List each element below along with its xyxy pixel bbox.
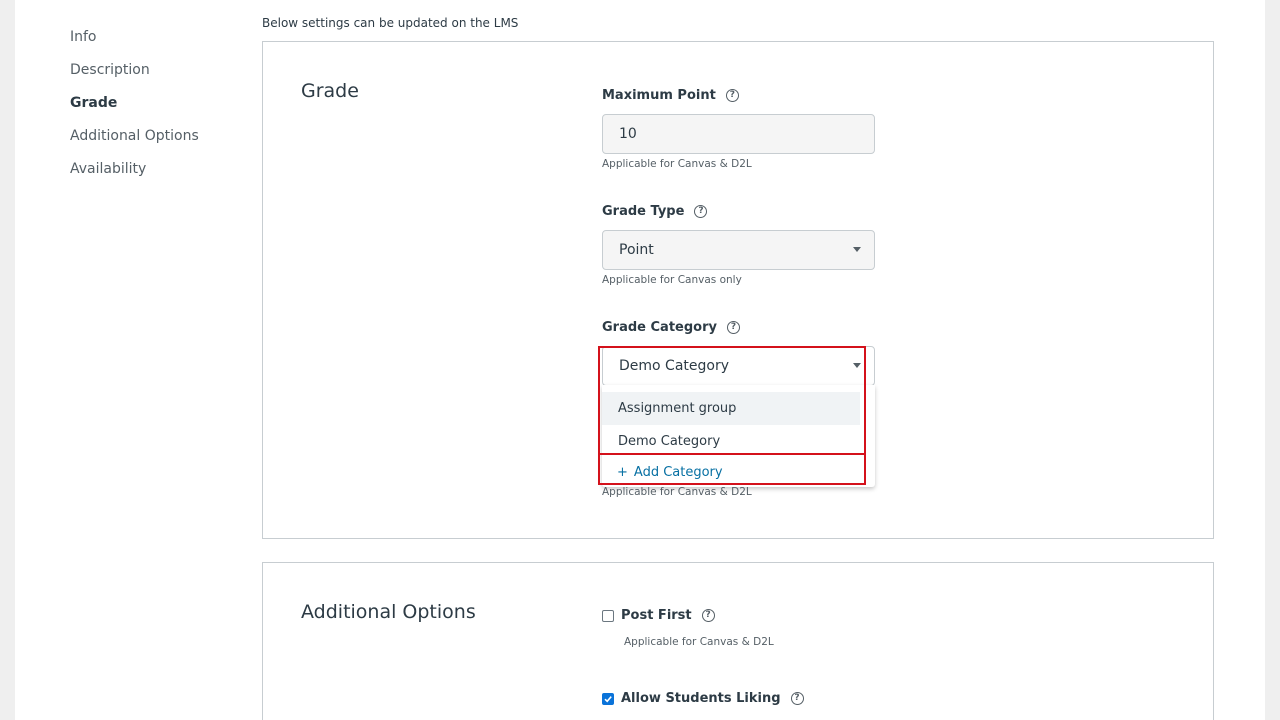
- help-icon[interactable]: ?: [694, 205, 708, 218]
- grade-category-dropdown: Assignment group Demo Category + Add Cat…: [602, 385, 875, 487]
- maximum-point-hint: Applicable for Canvas & D2L: [602, 158, 752, 170]
- add-category-label: Add Category: [633, 464, 723, 480]
- post-first-label: Post First: [621, 608, 692, 623]
- plus-icon: +: [617, 464, 628, 480]
- maximum-point-label-text: Maximum Point: [602, 88, 716, 103]
- grade-category-label-text: Grade Category: [602, 320, 717, 335]
- allow-students-liking-option: Allow Students Liking ?: [602, 691, 804, 706]
- caret-down-icon: [853, 247, 861, 252]
- grade-card: Grade Maximum Point ? 10 Applicable for …: [262, 41, 1214, 539]
- grade-category-value: Demo Category: [619, 358, 729, 374]
- intro-text: Below settings can be updated on the LMS: [262, 16, 519, 30]
- allow-students-liking-label: Allow Students Liking: [621, 691, 781, 706]
- help-icon[interactable]: ?: [726, 321, 740, 334]
- check-icon: [604, 695, 612, 702]
- grade-category-label: Grade Category ?: [602, 320, 740, 335]
- post-first-option: Post First ?: [602, 608, 715, 623]
- post-first-checkbox[interactable]: [602, 609, 614, 622]
- page: Info Description Grade Additional Option…: [15, 0, 1265, 720]
- allow-students-liking-checkbox[interactable]: [602, 692, 614, 705]
- post-first-hint: Applicable for Canvas & D2L: [624, 636, 774, 648]
- help-icon[interactable]: ?: [701, 609, 715, 622]
- help-icon[interactable]: ?: [790, 692, 804, 705]
- settings-sidebar: Info Description Grade Additional Option…: [70, 28, 199, 193]
- help-icon[interactable]: ?: [725, 89, 739, 102]
- grade-category-select[interactable]: Demo Category: [602, 346, 875, 386]
- sidebar-item-availability[interactable]: Availability: [70, 160, 199, 193]
- dropdown-option-assignment-group[interactable]: Assignment group: [602, 392, 860, 425]
- grade-section-title: Grade: [301, 80, 359, 102]
- sidebar-item-grade[interactable]: Grade: [70, 94, 199, 127]
- additional-options-card: Additional Options Post First ? Applicab…: [262, 562, 1214, 720]
- grade-type-value: Point: [619, 242, 654, 258]
- sidebar-item-info[interactable]: Info: [70, 28, 199, 61]
- sidebar-item-additional-options[interactable]: Additional Options: [70, 127, 199, 160]
- maximum-point-input[interactable]: 10: [602, 114, 875, 154]
- dropdown-option-demo-category[interactable]: Demo Category: [602, 425, 860, 458]
- grade-type-select[interactable]: Point: [602, 230, 875, 270]
- grade-type-label: Grade Type ?: [602, 204, 708, 219]
- additional-options-title: Additional Options: [301, 601, 476, 623]
- grade-type-label-text: Grade Type: [602, 204, 685, 219]
- maximum-point-label: Maximum Point ?: [602, 88, 739, 103]
- caret-down-icon: [853, 363, 861, 368]
- sidebar-item-description[interactable]: Description: [70, 61, 199, 94]
- grade-category-hint: Applicable for Canvas & D2L: [602, 486, 752, 498]
- grade-type-hint: Applicable for Canvas only: [602, 274, 742, 286]
- add-category-button[interactable]: + Add Category: [617, 460, 723, 484]
